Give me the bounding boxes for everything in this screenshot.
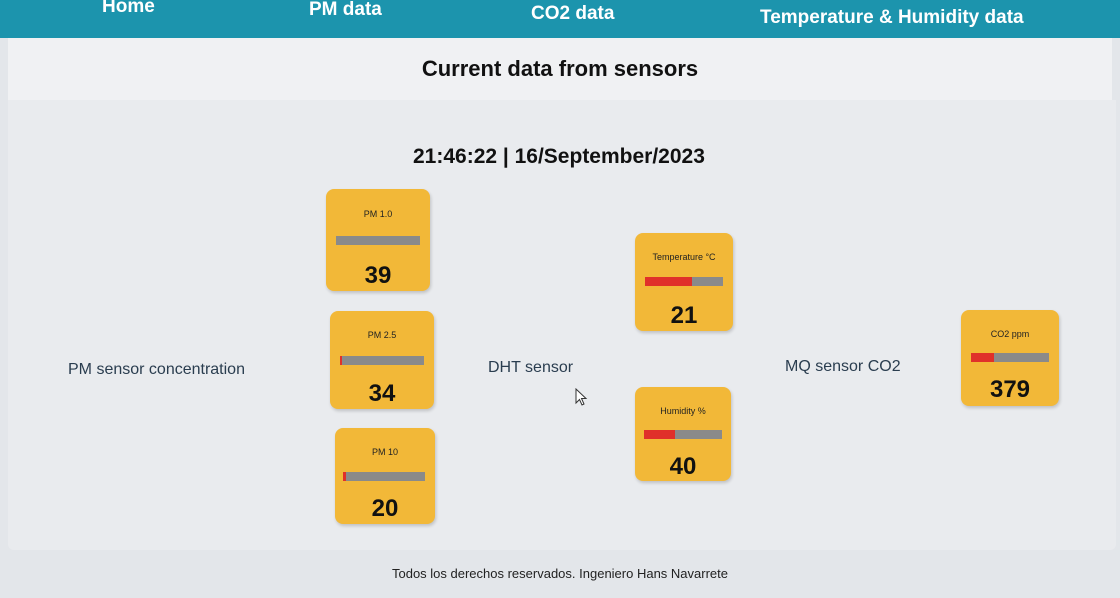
page-title: Current data from sensors [421,56,699,81]
humidity-card: Humidity % 40 [635,387,731,481]
pm10-card: PM 10 20 [335,428,435,524]
mq-group-label: MQ sensor CO2 [785,358,901,375]
mouse-cursor-icon [575,388,588,406]
pm25-bar-fill [340,356,342,365]
pm1-value: 39 [364,262,392,289]
humidity-bar-fill [644,430,676,439]
pm1-card: PM 1.0 39 [326,189,430,291]
pm10-bar-fill [343,472,347,481]
pm25-bar [340,356,424,365]
humidity-bar [644,430,722,439]
temperature-label: Temperature °C [652,252,716,262]
navbar: Home PM data CO2 data Temperature & Humi… [0,0,1120,38]
co2-bar-fill [971,353,995,362]
nav-home[interactable]: Home [102,0,155,18]
humidity-label: Humidity % [660,406,706,416]
dht-group-label: DHT sensor [488,359,574,376]
co2-label: CO2 ppm [990,329,1030,339]
nav-co2-data[interactable]: CO2 data [531,3,614,25]
pm25-value: 34 [368,380,396,407]
footer-copyright: Todos los derechos reservados. Ingeniero… [391,566,728,581]
title-bar: Current data from sensors [8,38,1112,100]
temperature-bar-fill [645,277,692,286]
co2-card: CO2 ppm 379 [961,310,1059,406]
pm10-bar [343,472,425,481]
humidity-value: 40 [669,453,697,480]
pm10-label: PM 10 [371,447,398,457]
temperature-value: 21 [670,302,698,329]
pm-group-label: PM sensor concentration [68,361,245,378]
pm25-label: PM 2.5 [367,330,397,340]
temperature-card: Temperature °C 21 [635,233,733,331]
nav-temperature-humidity-data[interactable]: Temperature & Humidity data [760,7,1024,29]
pm25-card: PM 2.5 34 [330,311,434,409]
co2-bar [971,353,1049,362]
nav-pm-data[interactable]: PM data [309,0,382,21]
datetime-display: 21:46:22 | 16/September/2023 [413,145,705,168]
temperature-bar [645,277,723,286]
co2-value: 379 [989,376,1031,403]
pm1-bar [336,236,420,245]
pm1-label: PM 1.0 [363,209,393,219]
pm10-value: 20 [371,495,399,522]
